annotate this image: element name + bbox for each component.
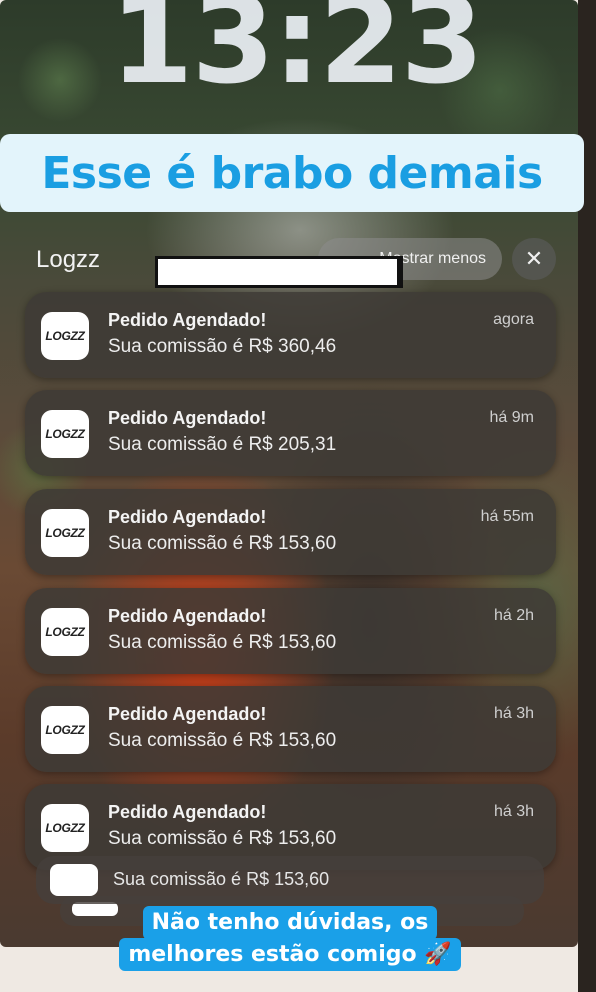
stacked-notification-peek[interactable]: Sua comissão é R$ 153,60 [36,856,544,904]
notification-time: há 3h [493,803,534,820]
redaction-bar [155,256,403,288]
notification-card[interactable]: LOGZZ Pedido Agendado! Sua comissão é R$… [25,390,556,476]
notification-title: Pedido Agendado! [108,704,267,724]
notification-time: há 3h [493,705,534,722]
notification-card[interactable]: LOGZZ Pedido Agendado! Sua comissão é R$… [25,489,556,575]
notification-card[interactable]: LOGZZ Pedido Agendado! Sua comissão é R$… [25,588,556,674]
notification-title: Pedido Agendado! [108,802,267,822]
notification-title: Pedido Agendado! [108,310,267,330]
notification-body: Sua comissão é R$ 205,31 [108,434,337,455]
notification-time: há 55m [480,508,534,525]
notification-body: Sua comissão é R$ 153,60 [108,828,337,849]
notification-card[interactable]: LOGZZ Pedido Agendado! Sua comissão é R$… [25,292,556,378]
logzz-app-icon: LOGZZ [41,410,89,458]
notification-body: Sua comissão é R$ 153,60 [108,632,337,653]
lock-screen-clock: 13:23 [110,0,484,111]
story-headline-text: Esse é brabo demais [41,147,543,199]
logzz-app-icon [50,864,98,896]
notification-app-name: Logzz [36,246,101,273]
notification-body: Sua comissão é R$ 153,60 [108,730,337,751]
notification-time: agora [493,311,534,328]
logzz-app-icon: LOGZZ [41,312,89,360]
notification-time: há 2h [493,607,534,624]
notification-time: há 9m [489,409,534,426]
notification-title: Pedido Agendado! [108,507,267,527]
notification-body: Sua comissão é R$ 153,60 [113,869,330,889]
logzz-app-icon: LOGZZ [41,608,89,656]
notification-body: Sua comissão é R$ 153,60 [108,533,337,554]
notification-title: Pedido Agendado! [108,408,267,428]
logzz-app-icon: LOGZZ [41,509,89,557]
notification-card[interactable]: LOGZZ Pedido Agendado! Sua comissão é R$… [25,686,556,772]
caption-line-2: melhores estão comigo 🚀 [119,937,461,971]
story-headline-banner: Esse é brabo demais [0,134,584,212]
logzz-app-icon: LOGZZ [41,706,89,754]
close-icon[interactable]: ✕ [512,238,556,280]
story-caption: Não tenho dúvidas, os melhores estão com… [105,906,475,971]
notification-body: Sua comissão é R$ 360,46 [108,336,337,357]
notification-title: Pedido Agendado! [108,606,267,626]
caption-line-1: Não tenho dúvidas, os [142,906,438,940]
logzz-app-icon: LOGZZ [41,804,89,852]
